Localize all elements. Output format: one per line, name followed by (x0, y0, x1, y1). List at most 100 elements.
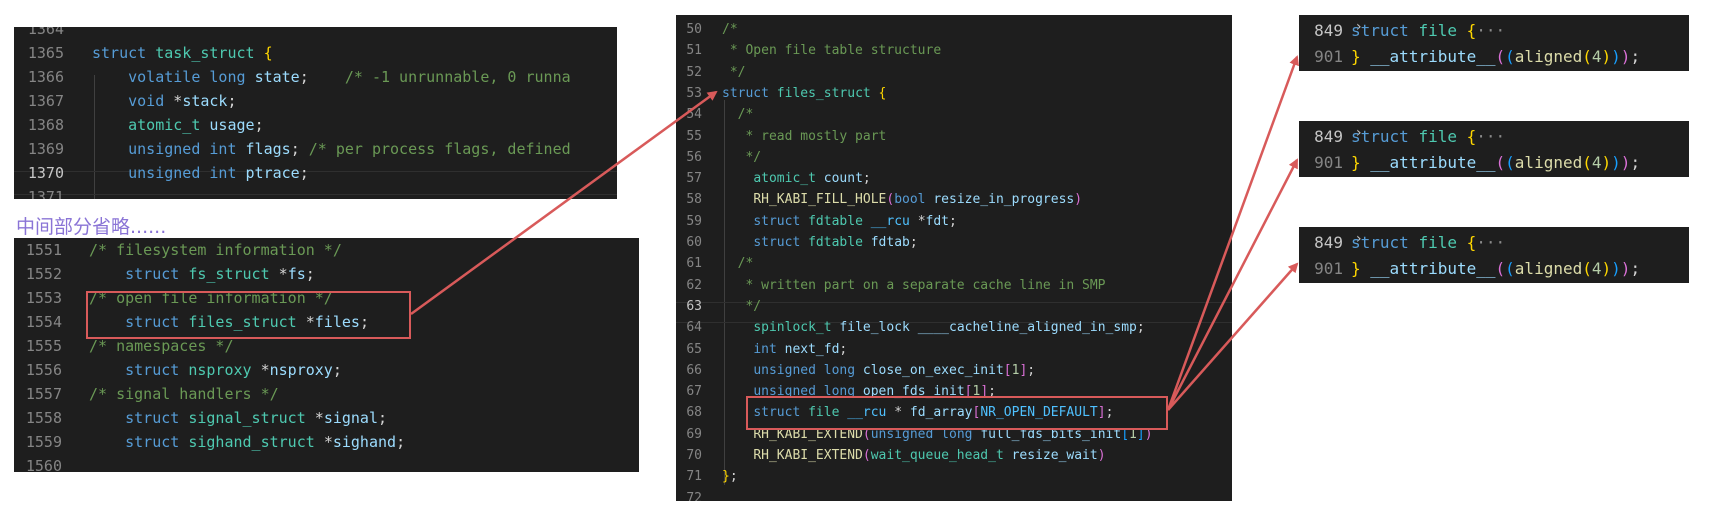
line-number: 849 (1314, 127, 1343, 146)
struct-file-folded-panel-3: › 849 struct file {··· 901} __attribute__(… (1299, 227, 1689, 283)
line-number: 56 (686, 149, 702, 165)
code-text[interactable]: /* (722, 253, 754, 274)
code-text[interactable]: atomic_t count; (722, 168, 870, 189)
code-text[interactable]: * Open file table structure (722, 40, 941, 61)
code-text[interactable]: struct file {··· (1351, 230, 1505, 256)
code-text[interactable]: struct signal_struct *signal; (89, 406, 387, 430)
line-number: 69 (686, 426, 702, 442)
code-text[interactable]: } __attribute__((aligned(4))); (1351, 150, 1640, 176)
line-number: 63 (686, 298, 702, 314)
code-line: 1558 struct signal_struct *signal; (14, 406, 639, 430)
code-line: 1370 unsigned int ptrace; (14, 161, 617, 185)
code-text[interactable]: volatile long state; /* -1 unrunnable, 0… (92, 65, 571, 89)
code-text[interactable]: struct fdtable fdtab; (722, 232, 917, 253)
code-line: 64 spinlock_t file_lock ____cacheline_al… (676, 317, 1232, 338)
code-text[interactable]: /* (722, 19, 738, 40)
line-number: 61 (686, 256, 702, 272)
code-text[interactable]: int next_fd; (722, 339, 847, 360)
code-text[interactable]: */ (722, 147, 761, 168)
code-text[interactable]: } __attribute__((aligned(4))); (1351, 256, 1640, 282)
struct-file-folded-panel-1: › 849 struct file {··· 901} __attribute__(… (1299, 15, 1689, 71)
line-number: 1554 (25, 313, 62, 331)
code-line: 53 struct files_struct { (676, 83, 1232, 104)
line-number: 51 (686, 43, 702, 59)
code-line: 62 * written part on a separate cache li… (676, 275, 1232, 296)
line-number: 1551 (25, 241, 62, 259)
code-line: 902 (1299, 70, 1689, 71)
code-text[interactable]: /* (722, 104, 754, 125)
line-number: 53 (686, 85, 702, 101)
line-number: 1369 (27, 140, 64, 158)
code-line: 849 struct file {··· (1299, 124, 1689, 150)
code-text[interactable]: */ (722, 296, 761, 317)
line-number: 1556 (25, 361, 62, 379)
code-text[interactable]: struct fs_struct *fs; (89, 262, 315, 286)
code-text[interactable]: struct file {··· (1351, 18, 1505, 44)
code-line: 66 unsigned long close_on_exec_init[1]; (676, 360, 1232, 381)
code-line: 52 */ (676, 62, 1232, 83)
code-line: 59 struct fdtable __rcu *fdt; (676, 211, 1232, 232)
code-text[interactable]: RH_KABI_FILL_HOLE(bool resize_in_progres… (722, 189, 1082, 210)
code-line: 1364 (14, 27, 617, 41)
code-text[interactable]: */ (722, 62, 746, 83)
code-line: 849 struct file {··· (1299, 18, 1689, 44)
code-text[interactable]: struct task_struct { (92, 41, 273, 65)
code-line: 901 } __attribute__((aligned(4))); (1299, 150, 1689, 176)
line-number: 52 (686, 64, 702, 80)
code-line: 1560 (14, 454, 639, 472)
line-number: 71 (686, 469, 702, 485)
code-line: 1556 struct nsproxy *nsproxy; (14, 358, 639, 382)
code-line: 1552 struct fs_struct *fs; (14, 262, 639, 286)
code-line: 849 struct file {··· (1299, 230, 1689, 256)
line-number: 54 (686, 107, 702, 123)
code-line: 51 * Open file table structure (676, 40, 1232, 61)
line-number: 1368 (27, 116, 64, 134)
code-line: 58 RH_KABI_FILL_HOLE(bool resize_in_prog… (676, 189, 1232, 210)
code-line: 901 } __attribute__((aligned(4))); (1299, 256, 1689, 282)
code-text[interactable]: struct nsproxy *nsproxy; (89, 358, 342, 382)
code-text[interactable]: spinlock_t file_lock ____cacheline_align… (722, 317, 1144, 338)
code-text[interactable]: unsigned int flags; /* per process flags… (92, 137, 571, 161)
line-number: 902 (1299, 282, 1343, 283)
line-number: 70 (686, 448, 702, 463)
line-number: 902 (1299, 176, 1343, 177)
code-text[interactable]: struct files_struct { (722, 83, 886, 104)
line-number: 901 (1314, 259, 1343, 278)
line-number: 65 (686, 341, 702, 357)
code-line: 1371 (14, 185, 617, 199)
code-text[interactable]: } __attribute__((aligned(4))); (1351, 44, 1640, 70)
code-line: 1366 volatile long state; /* -1 unrunnab… (14, 65, 617, 89)
line-number: 62 (686, 277, 702, 293)
code-text[interactable]: struct fdtable __rcu *fdt; (722, 211, 957, 232)
code-text[interactable]: unsigned int ptrace; (92, 161, 309, 185)
code-line: 1369 unsigned int flags; /* per process … (14, 137, 617, 161)
line-number: 1371 (27, 188, 64, 199)
code-text[interactable]: * read mostly part (722, 126, 886, 147)
code-line: 1557 /* signal handlers */ (14, 382, 639, 406)
line-number: 1553 (25, 289, 62, 307)
code-line: 902 (1299, 282, 1689, 283)
line-number: 1558 (25, 409, 62, 427)
line-number: 60 (686, 235, 702, 250)
code-text[interactable]: /* signal handlers */ (89, 382, 279, 406)
line-number: 72 (686, 490, 702, 501)
code-text[interactable]: struct file {··· (1351, 124, 1505, 150)
line-number: 66 (686, 362, 702, 378)
code-text[interactable]: struct sighand_struct *sighand; (89, 430, 405, 454)
code-text[interactable]: }; (722, 466, 738, 487)
line-number: 55 (686, 128, 702, 144)
code-text[interactable]: unsigned long close_on_exec_init[1]; (722, 360, 1035, 381)
code-text[interactable]: atomic_t usage; (92, 113, 263, 137)
code-line: 901} __attribute__((aligned(4))); (1299, 44, 1689, 70)
code-text[interactable]: * written part on a separate cache line … (722, 275, 1105, 296)
line-number: 901 (1314, 153, 1343, 172)
line-number: 1552 (25, 265, 62, 283)
code-line: 50 /* (676, 19, 1232, 40)
code-text[interactable]: RH_KABI_EXTEND(wait_queue_head_t resize_… (722, 445, 1105, 466)
line-number: 1559 (25, 433, 62, 451)
code-text[interactable]: void *stack; (92, 89, 236, 113)
code-line: 54 /* (676, 104, 1232, 125)
code-text[interactable]: /* filesystem information */ (89, 238, 342, 262)
struct-file-folded-panel-2: › 849 struct file {··· 901} __attribute__(… (1299, 121, 1689, 177)
line-number: 1370 (27, 164, 64, 182)
